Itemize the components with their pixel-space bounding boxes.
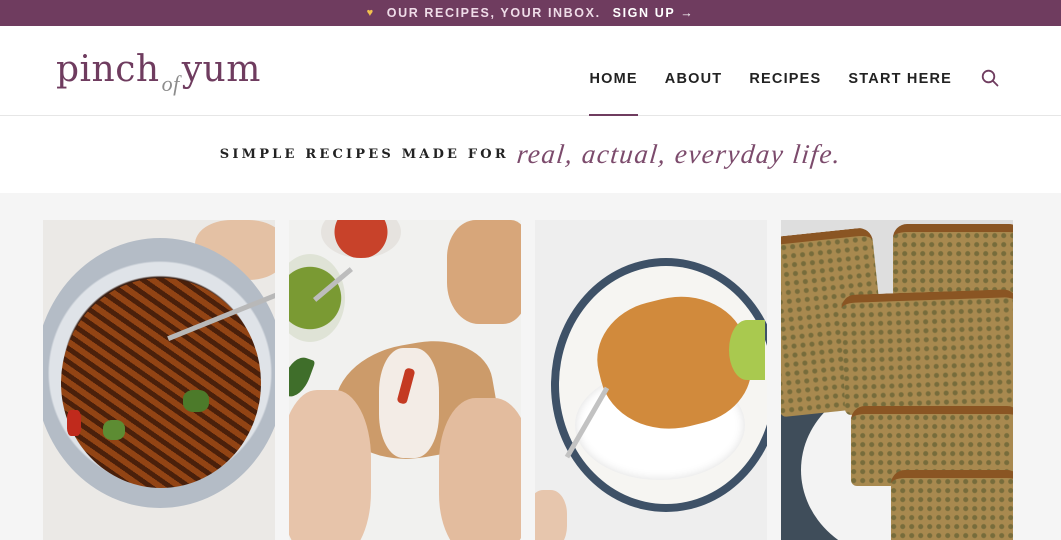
- nav-item-home[interactable]: HOME: [589, 26, 639, 116]
- recipe-card-chicken-bowl[interactable]: [535, 220, 767, 540]
- search-icon: [981, 69, 999, 87]
- logo-word-pinch: pinch: [56, 49, 160, 90]
- lime-image: [729, 320, 765, 380]
- sandwich-filling-image: [379, 348, 439, 458]
- heart-icon: ♥: [366, 7, 375, 19]
- tagline-script: real, actual, everyday life.: [515, 139, 843, 169]
- recipe-card-noodles[interactable]: [43, 220, 275, 540]
- left-hand-image: [289, 390, 371, 540]
- nav-item-start-here[interactable]: START HERE: [848, 26, 952, 116]
- nav-item-recipes[interactable]: RECIPES: [749, 26, 821, 116]
- signup-label: SIGN UP: [612, 6, 676, 20]
- bread-slice-image: [893, 224, 1013, 298]
- arrow-right-icon: →: [680, 6, 695, 20]
- promo-text: OUR RECIPES, YOUR INBOX.: [386, 6, 601, 20]
- bread-slice-image: [891, 470, 1013, 540]
- promo-bar: ♥ OUR RECIPES, YOUR INBOX. SIGN UP →: [0, 0, 1061, 26]
- signup-link[interactable]: SIGN UP →: [613, 6, 695, 20]
- bread-slice-image: [840, 288, 1013, 416]
- tagline: SIMPLE RECIPES MADE FOR real, actual, ev…: [0, 116, 1061, 193]
- site-logo[interactable]: pinchofyum: [56, 48, 261, 96]
- main-nav: HOME ABOUT RECIPES START HERE: [589, 26, 1001, 116]
- salsa-bowl-image: [321, 220, 401, 258]
- search-button[interactable]: [981, 26, 1001, 116]
- pepper-image: [67, 410, 81, 436]
- logo-word-of: of: [161, 71, 180, 96]
- tagline-plain: SIMPLE RECIPES MADE FOR: [219, 147, 509, 162]
- nav-item-about[interactable]: ABOUT: [665, 26, 723, 116]
- site-header: pinchofyum HOME ABOUT RECIPES START HERE: [0, 26, 1061, 116]
- recipe-card-sandwich[interactable]: [289, 220, 521, 540]
- sandwich-half-image: [447, 220, 521, 324]
- logo-word-yum: yum: [181, 49, 261, 90]
- recipe-card-zucchini-bread[interactable]: [781, 220, 1013, 540]
- broccoli-image: [183, 390, 209, 412]
- recipe-grid: [43, 220, 1013, 540]
- right-hand-image: [439, 398, 521, 540]
- broccoli-image: [103, 420, 125, 440]
- hand-image: [535, 490, 567, 540]
